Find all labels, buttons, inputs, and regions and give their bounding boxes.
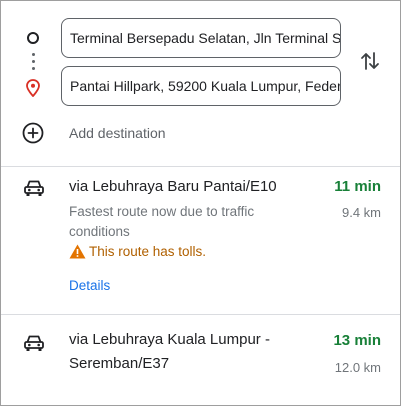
car-icon <box>24 335 44 351</box>
add-destination-icon[interactable] <box>22 122 44 144</box>
route-distance: 9.4 km <box>341 205 381 220</box>
add-destination-button[interactable]: Add destination <box>69 125 166 141</box>
route-name: via Lebuhraya Baru Pantai/E10 <box>69 178 277 195</box>
route-duration: 13 min <box>333 332 381 349</box>
warning-icon <box>69 244 86 259</box>
route-description: Fastest route now due to traffic conditi… <box>69 204 255 239</box>
route-dots-icon <box>32 67 35 70</box>
directions-header: Terminal Bersepadu Selatan, Jln Terminal… <box>1 1 400 166</box>
car-icon <box>24 180 44 196</box>
swap-icon[interactable] <box>359 49 381 73</box>
route-distance: 12.0 km <box>334 360 381 375</box>
route-name: via Lebuhraya Kuala Lumpur - Seremban/E3… <box>69 331 270 372</box>
route-dots-icon <box>32 60 35 63</box>
origin-input[interactable]: Terminal Bersepadu Selatan, Jln Terminal… <box>61 18 341 58</box>
toll-warning-text: This route has tolls. <box>89 244 207 259</box>
route-duration: 11 min <box>334 178 381 195</box>
destination-input[interactable]: Pantai Hillpark, 59200 Kuala Lumpur, Fed… <box>61 66 341 106</box>
route-dots-icon <box>32 53 35 56</box>
route-option[interactable]: via Lebuhraya Baru Pantai/E10 11 min 9.4… <box>1 167 400 314</box>
details-link[interactable]: Details <box>69 278 110 293</box>
origin-circle-icon <box>27 32 39 44</box>
destination-pin-icon <box>26 79 40 97</box>
route-option[interactable]: via Lebuhraya Kuala Lumpur - Seremban/E3… <box>1 315 400 405</box>
directions-panel: Terminal Bersepadu Selatan, Jln Terminal… <box>0 0 401 406</box>
